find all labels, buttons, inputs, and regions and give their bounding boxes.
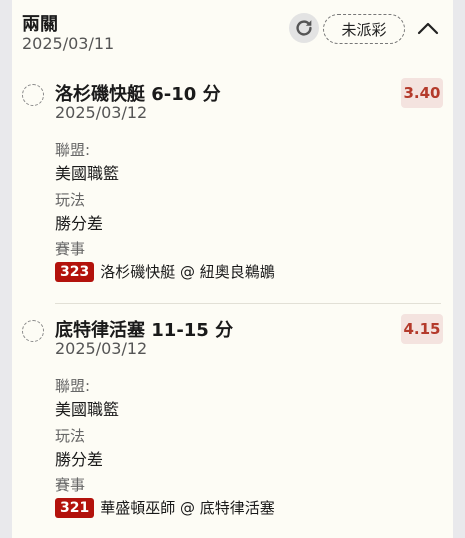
- refresh-button[interactable]: [289, 13, 319, 43]
- event-matchup: 洛杉磯快艇 @ 紐奧良鵜鶘: [100, 263, 275, 281]
- market-value: 勝分差: [55, 450, 104, 469]
- event-label: 賽事: [55, 476, 86, 494]
- pick-select-radio[interactable]: [22, 84, 44, 106]
- event-label: 賽事: [55, 240, 86, 258]
- market-label: 玩法: [55, 191, 86, 209]
- market-label: 玩法: [55, 427, 86, 445]
- market-value: 勝分差: [55, 214, 104, 233]
- divider: [55, 303, 441, 304]
- pick-select-radio[interactable]: [22, 320, 44, 342]
- event-row: 323 洛杉磯快艇 @ 紐奧良鵜鶘: [55, 261, 275, 282]
- bet-type-title: 兩關: [22, 14, 58, 35]
- odds-badge: 4.15: [401, 314, 443, 344]
- league-value: 美國職籃: [55, 400, 120, 419]
- bet-date: 2025/03/11: [22, 34, 115, 53]
- settlement-status-badge[interactable]: 未派彩: [323, 14, 405, 44]
- event-number-badge: 321: [55, 497, 95, 518]
- chevron-up-icon: [417, 22, 439, 35]
- bet-header: 兩關 2025/03/11 未派彩: [22, 10, 443, 56]
- bet-slip-card: 兩關 2025/03/11 未派彩 洛杉磯快艇 6-10 分 2025/03/1…: [12, 0, 453, 538]
- event-row: 321 華盛頓巫師 @ 底特律活塞: [55, 497, 275, 518]
- league-label: 聯盟:: [55, 377, 91, 395]
- pick-date: 2025/03/12: [55, 339, 148, 358]
- event-matchup: 華盛頓巫師 @ 底特律活塞: [100, 499, 275, 517]
- league-value: 美國職籃: [55, 164, 120, 183]
- collapse-button[interactable]: [415, 16, 441, 42]
- odds-badge: 3.40: [401, 78, 443, 108]
- event-number-badge: 323: [55, 261, 95, 282]
- league-label: 聯盟:: [55, 141, 91, 159]
- pick-date: 2025/03/12: [55, 103, 148, 122]
- refresh-icon: [296, 20, 312, 36]
